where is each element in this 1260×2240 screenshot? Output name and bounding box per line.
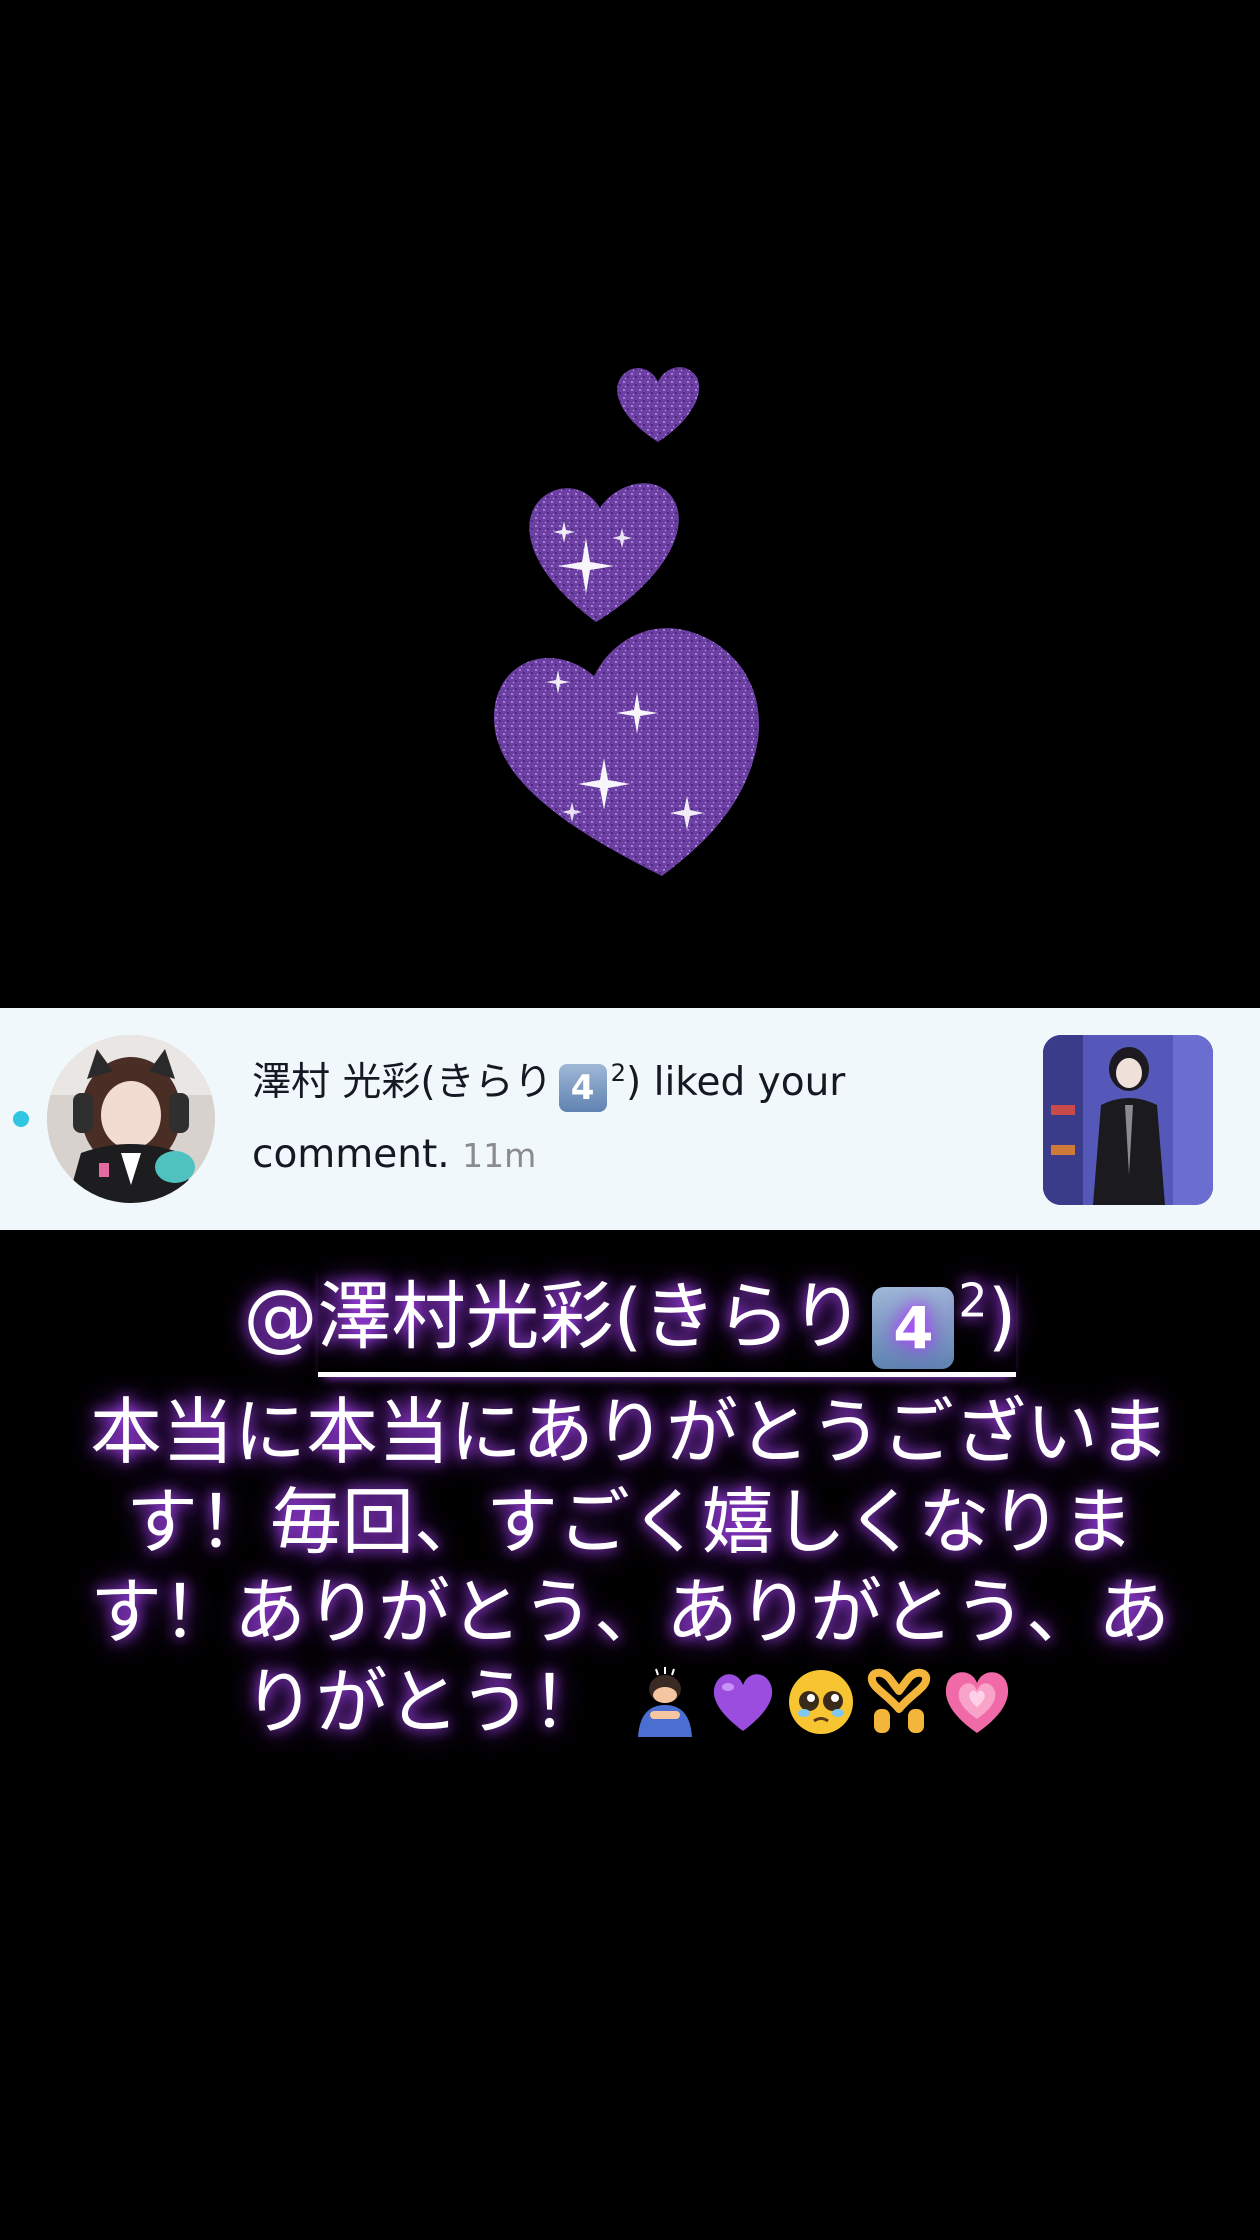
bowing-person-icon: [628, 1665, 702, 1739]
mention-at-sign: @: [243, 1274, 318, 1360]
notification-username-close: ): [626, 1060, 642, 1105]
notification-time: 11m: [462, 1136, 537, 1175]
notification-username-superscript: 2: [610, 1059, 627, 1087]
growing-heart-icon: [940, 1665, 1014, 1739]
small-heart-icon: [617, 367, 700, 442]
keycap-four-icon: 4: [558, 1064, 607, 1112]
video-thumbnail[interactable]: [1043, 1035, 1213, 1205]
glitter-hearts-sticker: [470, 340, 800, 900]
purple-heart-icon: [706, 1665, 780, 1739]
mention-underlined-name: 澤村光彩(きらり 4 2): [317, 1262, 1017, 1377]
notification-username-text: 澤村 光彩(きらり: [252, 1060, 553, 1105]
notification-username[interactable]: 澤村 光彩(きらり 4 2): [252, 1059, 642, 1112]
mention-name: 澤村光彩(きらり: [317, 1274, 865, 1360]
reply-caption: @澤村光彩(きらり 4 2) 本当に本当にありがとうございます！毎回、すごく嬉しくな…: [90, 1262, 1170, 1759]
mention-superscript: 2: [958, 1273, 988, 1328]
emoji-row: [626, 1665, 1016, 1759]
pleading-face-icon: [784, 1665, 858, 1739]
keycap-four-icon: 4: [872, 1287, 955, 1369]
unread-dot: [13, 1111, 29, 1127]
video-frame[interactable]: 澤村 光彩(きらり 4 2) liked your comment. 11m @澤村…: [0, 0, 1260, 2240]
avatar[interactable]: [47, 1035, 215, 1203]
large-heart-icon: [494, 628, 760, 876]
medium-heart-icon: [529, 483, 679, 622]
mention-close: ): [987, 1274, 1017, 1360]
notification-text[interactable]: 澤村 光彩(きらり 4 2) liked your comment. 11m: [252, 1047, 1012, 1192]
reply-mention[interactable]: @澤村光彩(きらり 4 2): [244, 1262, 1017, 1377]
heart-hands-icon: [862, 1665, 936, 1739]
reply-body: 本当に本当にありがとうございます！毎回、すごく嬉しくなります！ありがとう、ありが…: [90, 1387, 1170, 1759]
